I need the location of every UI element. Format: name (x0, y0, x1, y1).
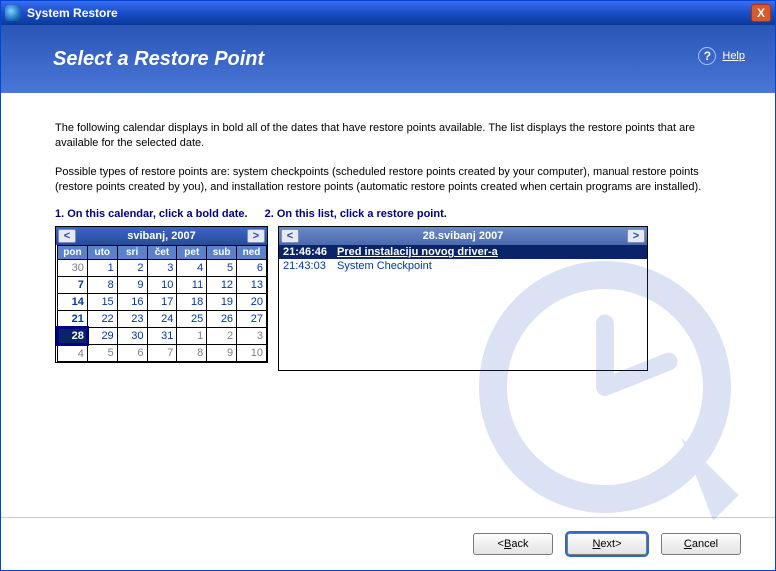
calendar-day[interactable]: 19 (207, 294, 237, 311)
calendar-day[interactable]: 4 (177, 260, 207, 277)
calendar-day[interactable]: 24 (147, 311, 177, 328)
calendar-day[interactable]: 26 (207, 311, 237, 328)
help-link[interactable]: Help (722, 50, 745, 62)
list-next-button[interactable]: > (627, 229, 645, 243)
titlebar: System Restore X (1, 1, 775, 25)
restore-point-item[interactable]: 21:46:46 Pred instalaciju novog driver-a (279, 245, 647, 259)
restore-point-desc: System Checkpoint (337, 260, 432, 272)
calendar-day[interactable]: 3 (237, 328, 267, 345)
calendar-prev-button[interactable]: < (58, 229, 76, 243)
calendar-day[interactable]: 29 (87, 328, 117, 345)
calendar-day[interactable]: 1 (87, 260, 117, 277)
calendar-day[interactable]: 27 (237, 311, 267, 328)
calendar-dow: pet (177, 246, 207, 260)
next-button[interactable]: Next > (567, 533, 647, 555)
calendar-day[interactable]: 6 (237, 260, 267, 277)
calendar-day[interactable]: 5 (207, 260, 237, 277)
help-icon: ? (698, 47, 716, 65)
page-title: Select a Restore Point (53, 48, 264, 71)
calendar-day[interactable]: 1 (177, 328, 207, 345)
calendar-day[interactable]: 4 (58, 345, 88, 362)
intro-paragraph-1: The following calendar displays in bold … (55, 121, 721, 151)
calendar-dow: pon (58, 246, 88, 260)
instruction-2: 2. On this list, click a restore point. (265, 208, 447, 220)
calendar-day[interactable]: 7 (147, 345, 177, 362)
calendar-day[interactable]: 31 (147, 328, 177, 345)
window-title: System Restore (27, 6, 118, 20)
cancel-button[interactable]: Cancel (661, 533, 741, 555)
calendar-day[interactable]: 9 (207, 345, 237, 362)
calendar-day[interactable]: 23 (117, 311, 147, 328)
close-button[interactable]: X (751, 4, 771, 22)
calendar-day[interactable]: 13 (237, 277, 267, 294)
calendar-day[interactable]: 30 (117, 328, 147, 345)
restore-point-time: 21:46:46 (283, 246, 329, 258)
calendar-dow: sri (117, 246, 147, 260)
calendar-grid: ponutosričetpetsubned 301234567891011121… (56, 245, 267, 362)
calendar-day[interactable]: 12 (207, 277, 237, 294)
calendar-day[interactable]: 10 (147, 277, 177, 294)
calendar-day[interactable]: 8 (87, 277, 117, 294)
calendar-day[interactable]: 17 (147, 294, 177, 311)
restore-point-item[interactable]: 21:43:03 System Checkpoint (279, 259, 647, 273)
calendar-day[interactable]: 30 (58, 260, 88, 277)
instruction-1: 1. On this calendar, click a bold date. (55, 208, 248, 220)
calendar-day[interactable]: 25 (177, 311, 207, 328)
calendar-day[interactable]: 2 (207, 328, 237, 345)
calendar-day[interactable]: 3 (147, 260, 177, 277)
calendar-day[interactable]: 28 (58, 328, 88, 345)
calendar-month-label: svibanj, 2007 (76, 230, 247, 242)
calendar-day[interactable]: 20 (237, 294, 267, 311)
calendar-day[interactable]: 11 (177, 277, 207, 294)
calendar-day[interactable]: 9 (117, 277, 147, 294)
instructions: 1. On this calendar, click a bold date. … (55, 208, 721, 220)
calendar-dow: ned (237, 246, 267, 260)
back-button[interactable]: < Back (473, 533, 553, 555)
restore-point-list: < 28.svibanj 2007 > 21:46:46 Pred instala… (278, 226, 648, 371)
app-icon (5, 5, 21, 21)
restore-point-time: 21:43:03 (283, 260, 329, 272)
list-date-label: 28.svibanj 2007 (299, 230, 627, 242)
calendar-day[interactable]: 22 (87, 311, 117, 328)
calendar-dow: čet (147, 246, 177, 260)
banner: Select a Restore Point ? Help (1, 25, 775, 93)
restore-point-desc: Pred instalaciju novog driver-a (337, 246, 498, 258)
calendar-day[interactable]: 10 (237, 345, 267, 362)
calendar-day[interactable]: 16 (117, 294, 147, 311)
calendar: < svibanj, 2007 > ponutosričetpetsubned … (55, 226, 268, 363)
calendar-day[interactable]: 8 (177, 345, 207, 362)
calendar-day[interactable]: 2 (117, 260, 147, 277)
footer: < Back Next > Cancel (1, 517, 775, 569)
calendar-dow: sub (207, 246, 237, 260)
calendar-day[interactable]: 7 (58, 277, 88, 294)
list-prev-button[interactable]: < (281, 229, 299, 243)
calendar-day[interactable]: 5 (87, 345, 117, 362)
calendar-day[interactable]: 6 (117, 345, 147, 362)
content: The following calendar displays in bold … (1, 93, 775, 517)
intro-paragraph-2: Possible types of restore points are: sy… (55, 165, 721, 195)
calendar-day[interactable]: 21 (58, 311, 88, 328)
calendar-day[interactable]: 15 (87, 294, 117, 311)
calendar-next-button[interactable]: > (247, 229, 265, 243)
calendar-day[interactable]: 14 (58, 294, 88, 311)
calendar-day[interactable]: 18 (177, 294, 207, 311)
calendar-dow: uto (87, 246, 117, 260)
